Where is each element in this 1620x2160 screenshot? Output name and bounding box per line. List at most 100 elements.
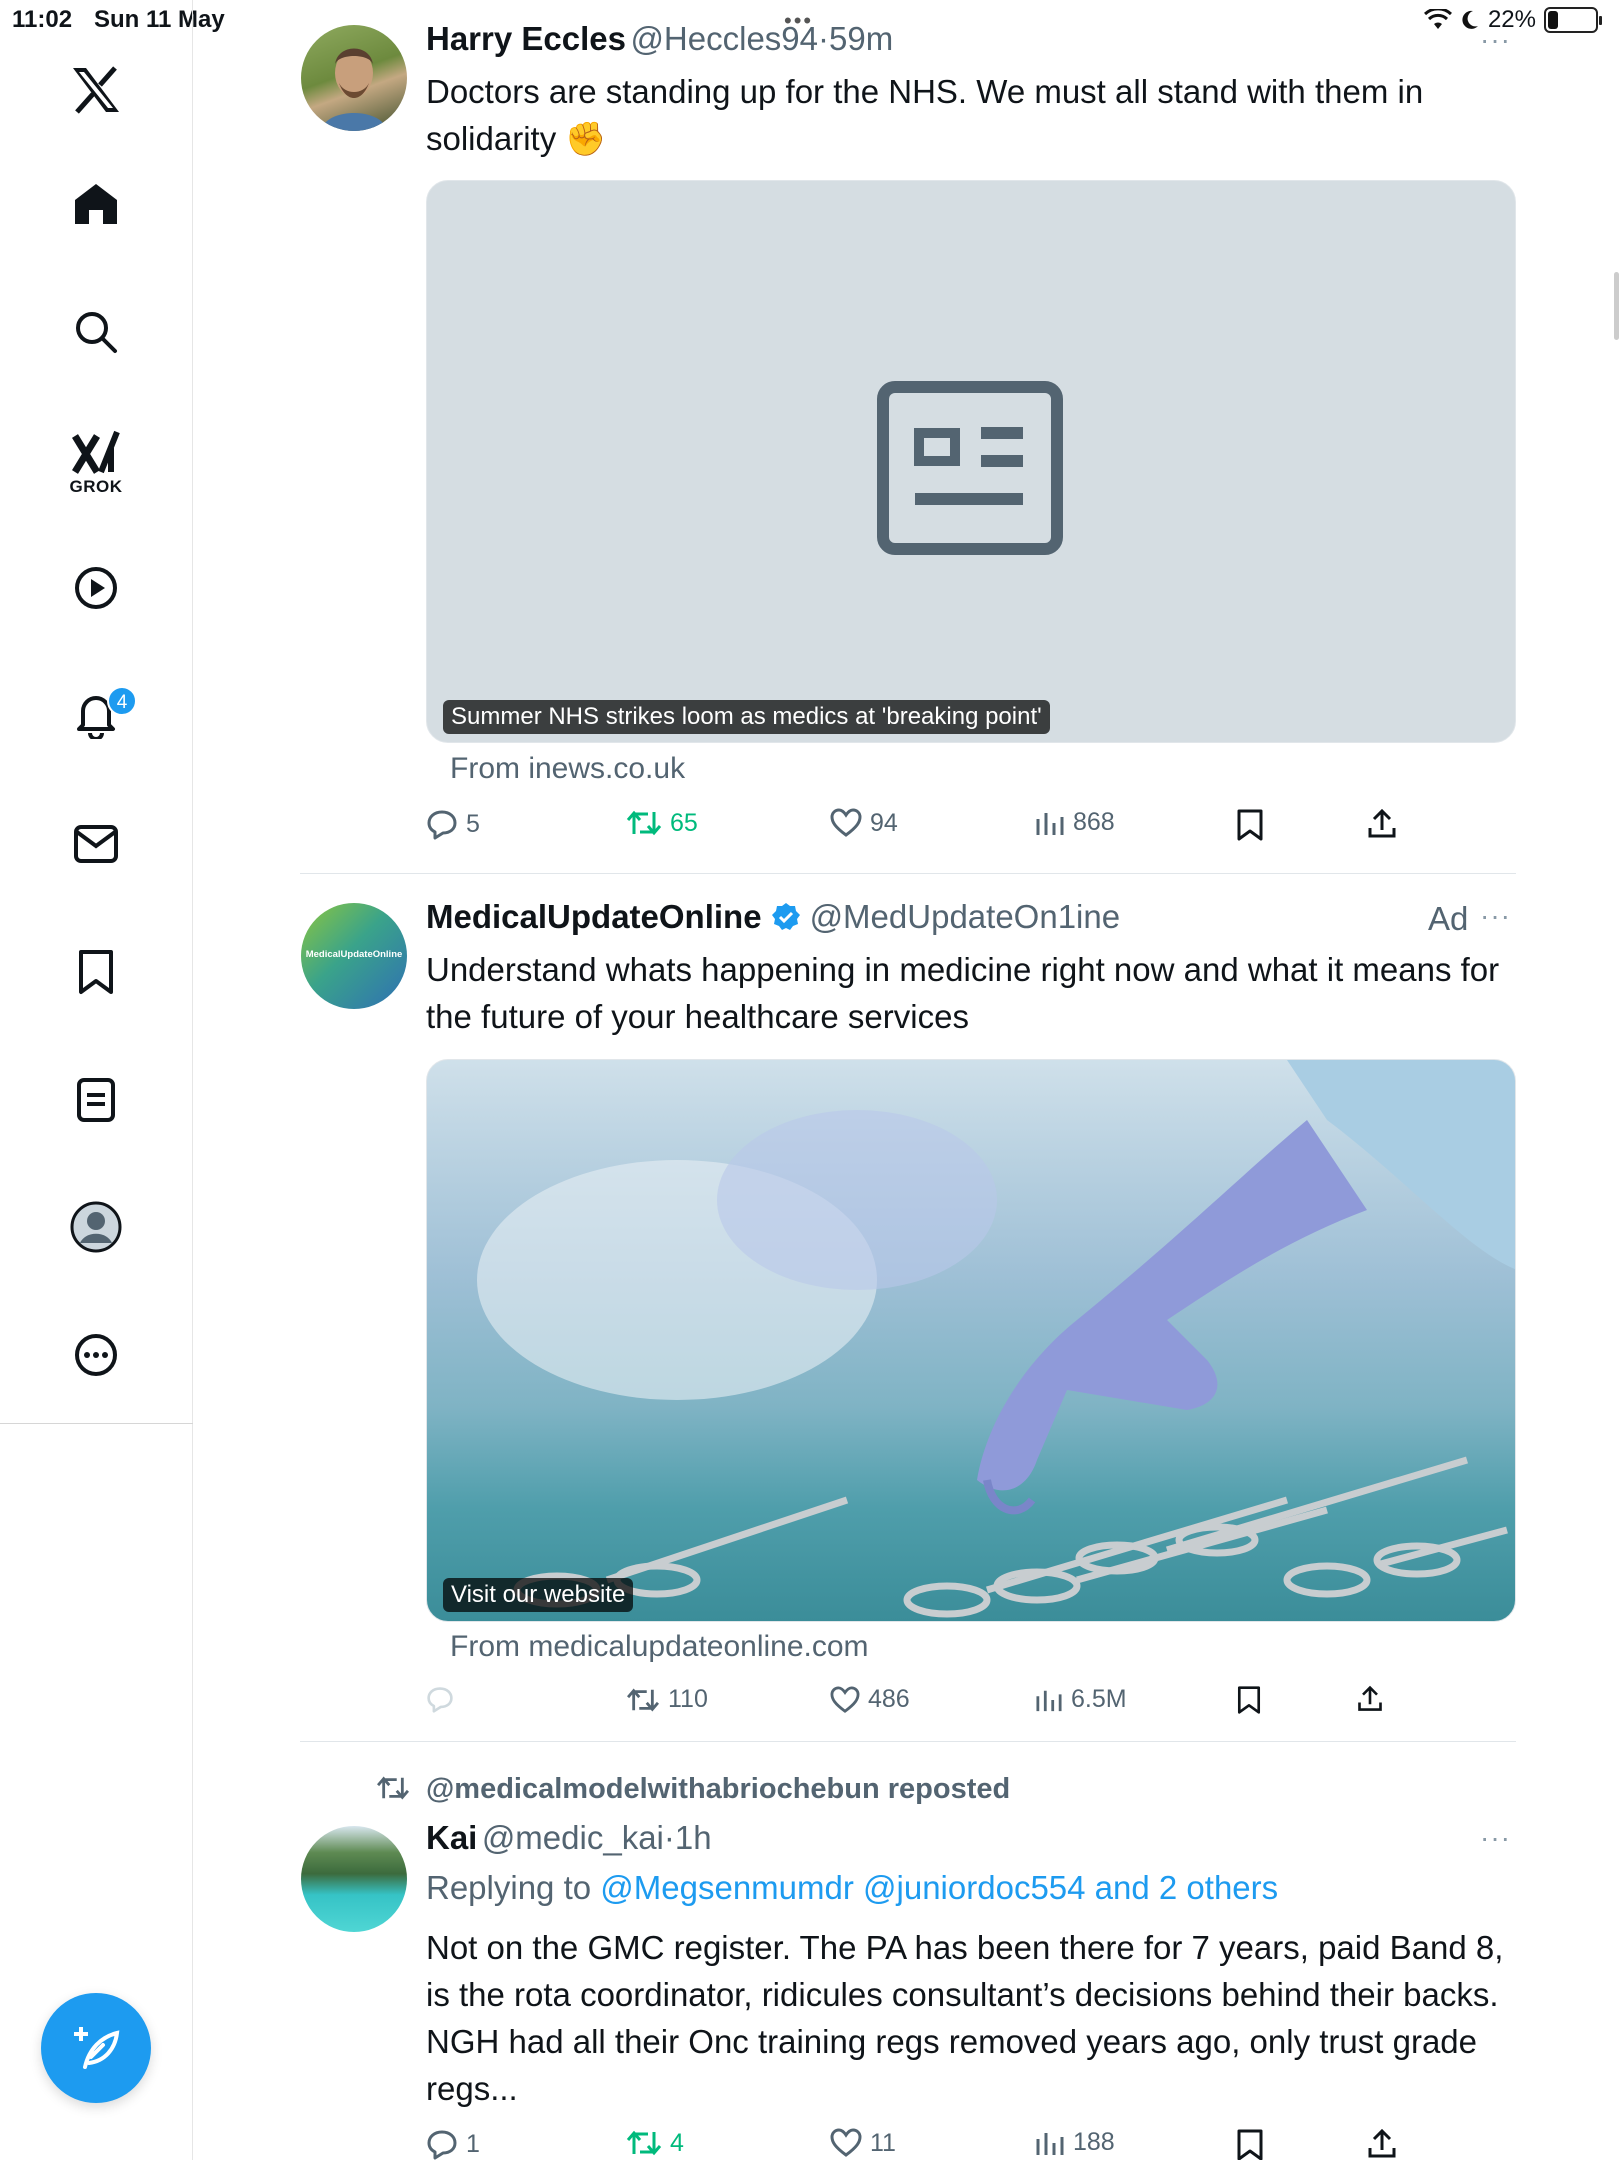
like-button[interactable]: 486 [830,1685,910,1714]
bookmark-icon [1237,2129,1263,2160]
link-card-caption: Summer NHS strikes loom as medics at 'br… [443,700,1050,734]
lists-icon[interactable] [64,1068,128,1132]
author-name[interactable]: Kai [426,1819,477,1856]
article-placeholder-icon [877,381,1063,555]
moon-icon [1462,10,1478,29]
separator-dot: · [663,1819,675,1856]
retweet-button[interactable]: 110 [626,1685,708,1714]
notification-count-badge: 4 [107,686,137,716]
messages-envelope-icon[interactable] [64,812,128,876]
repost-label[interactable]: @medicalmodelwithabriochebun reposted [426,1773,1010,1806]
repost-indicator-icon [377,1776,409,1800]
tweet-more-icon[interactable]: ··· [1480,24,1511,56]
compose-post-button[interactable] [41,1993,151,2103]
author-handle[interactable]: @Heccles94 [630,20,818,57]
bookmark-icon [1237,809,1263,841]
tweet-header: Kai @medic_kai·1h [426,1819,712,1857]
avatar[interactable] [301,25,407,131]
views-count: 188 [1073,2128,1115,2156]
battery-icon [1544,7,1602,33]
retweet-button[interactable]: 4 [626,2128,684,2158]
search-icon[interactable] [64,300,128,364]
tweet-text: Understand whats happening in medicine r… [426,951,1500,1035]
compose-feather-icon [74,2027,120,2069]
views-button[interactable]: 868 [1035,808,1115,837]
sidebar-divider [0,1423,193,1424]
avatar-logo-text: MedicalUpdateOnline [305,949,403,960]
tweet-divider [300,1741,1516,1742]
reply-icon [427,2130,457,2160]
views-chart-icon [1036,1690,1062,1711]
ad-label: Ad [1428,900,1469,937]
home-icon[interactable] [64,172,128,236]
heart-icon [830,2128,862,2157]
share-button[interactable] [1366,2128,1398,2160]
heart-icon [830,1685,860,1713]
x-logo-icon[interactable] [64,58,128,122]
like-count: 486 [868,1685,910,1713]
tweet-actions: 5 65 94 868 [426,808,1516,848]
reply-button[interactable]: 5 [426,808,480,840]
like-count: 11 [870,2128,896,2157]
like-button[interactable]: 94 [830,808,898,838]
bookmark-button[interactable] [1236,808,1264,842]
retweet-icon [627,1688,659,1711]
views-button[interactable]: 6.5M [1035,1685,1127,1714]
like-button[interactable]: 11 [830,2128,896,2158]
share-icon [1358,1685,1382,1711]
reply-button[interactable]: 1 [426,2128,480,2160]
tweet-divider [300,873,1516,874]
scroll-indicator[interactable] [1614,272,1619,340]
share-icon [1368,2128,1396,2158]
tweet-more-icon[interactable]: ··· [1480,1822,1511,1854]
reply-icon [427,810,457,840]
separator-dot: · [818,20,830,57]
link-card[interactable]: Summer NHS strikes loom as medics at 'br… [426,180,1516,743]
tweet-text: Not on the GMC register. The PA has been… [426,1929,1504,2107]
bookmark-button[interactable] [1236,1685,1262,1715]
heart-icon [830,808,862,837]
bookmarks-icon[interactable] [64,940,128,1004]
views-button[interactable]: 188 [1035,2128,1115,2157]
post-time[interactable]: 1h [675,1819,712,1856]
reply-count: 1 [466,2129,480,2158]
profile-avatar-icon[interactable] [64,1195,128,1259]
reply-icon [427,1687,453,1713]
post-time[interactable]: 59m [829,20,893,57]
retweet-count: 65 [670,808,698,837]
retweet-count: 110 [668,1685,708,1713]
reply-count: 5 [466,809,480,838]
more-options-icon[interactable] [64,1323,128,1387]
author-name[interactable]: Harry Eccles [426,20,626,57]
visit-website-caption[interactable]: Visit our website [443,1578,634,1612]
author-handle[interactable]: @MedUpdateOn1ine [810,898,1121,936]
sidebar: GROK 4 [0,0,193,2160]
avatar[interactable] [301,1826,407,1932]
bookmark-icon [1237,1686,1261,1714]
retweet-icon [626,2130,662,2156]
replying-to-users[interactable]: @Megsenmumdr @juniordoc554 and 2 others [600,1869,1278,1906]
reply-button[interactable] [426,1685,454,1713]
author-handle[interactable]: @medic_kai [482,1819,664,1856]
views-chart-icon [1036,2132,1064,2155]
retweet-button[interactable]: 65 [626,808,698,838]
grok-icon[interactable] [64,420,128,484]
share-button[interactable] [1356,1685,1384,1713]
tweet-actions: 110 486 6.5M [426,1685,1516,1725]
replying-prefix: Replying to [426,1869,592,1906]
link-card-source[interactable]: From medicalupdateonline.com [450,1630,869,1664]
avatar[interactable]: MedicalUpdateOnline [301,903,407,1009]
tweet-actions: 1 4 11 188 [426,2128,1516,2160]
video-play-icon[interactable] [64,556,128,620]
surgical-instruments-image [477,1060,1515,1618]
author-name[interactable]: MedicalUpdateOnline [426,898,762,936]
bookmark-button[interactable] [1236,2128,1264,2160]
share-button[interactable] [1366,808,1398,840]
battery-fill [1548,11,1558,29]
share-icon [1368,808,1396,838]
link-card-source[interactable]: From inews.co.uk [450,752,685,786]
tweet-more-icon[interactable]: ··· [1480,900,1511,932]
views-chart-icon [1036,812,1064,835]
ad-image-card[interactable]: Visit our website [426,1059,1516,1622]
tweet-header: MedicalUpdateOnline @MedUpdateOn1ine [426,898,1120,936]
